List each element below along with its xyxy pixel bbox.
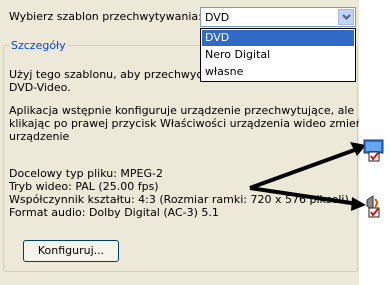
template-combo-value: DVD	[205, 11, 230, 24]
video-mode: Tryb wideo: PAL (25.00 fps)	[9, 180, 159, 193]
template-combobox[interactable]: DVD	[200, 7, 356, 27]
video-properties-icon[interactable]	[363, 138, 385, 162]
configure-button[interactable]: Konfiguruj...	[23, 240, 119, 262]
config-line-2: klikając po prawej przycisk Właściwości …	[9, 117, 363, 130]
details-group-title: Szczegóły	[9, 39, 68, 52]
chevron-down-icon[interactable]	[338, 9, 354, 25]
description-line-1: Użyj tego szablonu, aby przechwycić w	[9, 68, 225, 81]
dropdown-option-nero-digital[interactable]: Nero Digital	[202, 47, 354, 63]
capture-settings-panel: Wybierz szablon przechwytywania: DVD Szc…	[0, 0, 363, 285]
config-line-1: Aplikacja wstępnie konfiguruje urządzeni…	[9, 104, 355, 117]
config-line-3: urządzenie	[9, 130, 70, 143]
description-line-2: DVD-Video.	[9, 81, 71, 94]
template-dropdown-list: DVD Nero Digital własne	[200, 28, 356, 82]
audio-format: Format audio: Dolby Digital (AC-3) 5.1	[9, 206, 219, 219]
audio-properties-icon[interactable]	[363, 194, 385, 218]
template-label: Wybierz szablon przechwytywania:	[9, 10, 202, 23]
dropdown-option-dvd[interactable]: DVD	[202, 30, 354, 46]
target-file-type: Docelowy typ pliku: MPEG-2	[9, 167, 163, 180]
aspect-ratio: Współczynnik kształtu: 4:3 (Rozmiar ramk…	[9, 193, 349, 206]
dropdown-option-custom[interactable]: własne	[202, 64, 354, 80]
